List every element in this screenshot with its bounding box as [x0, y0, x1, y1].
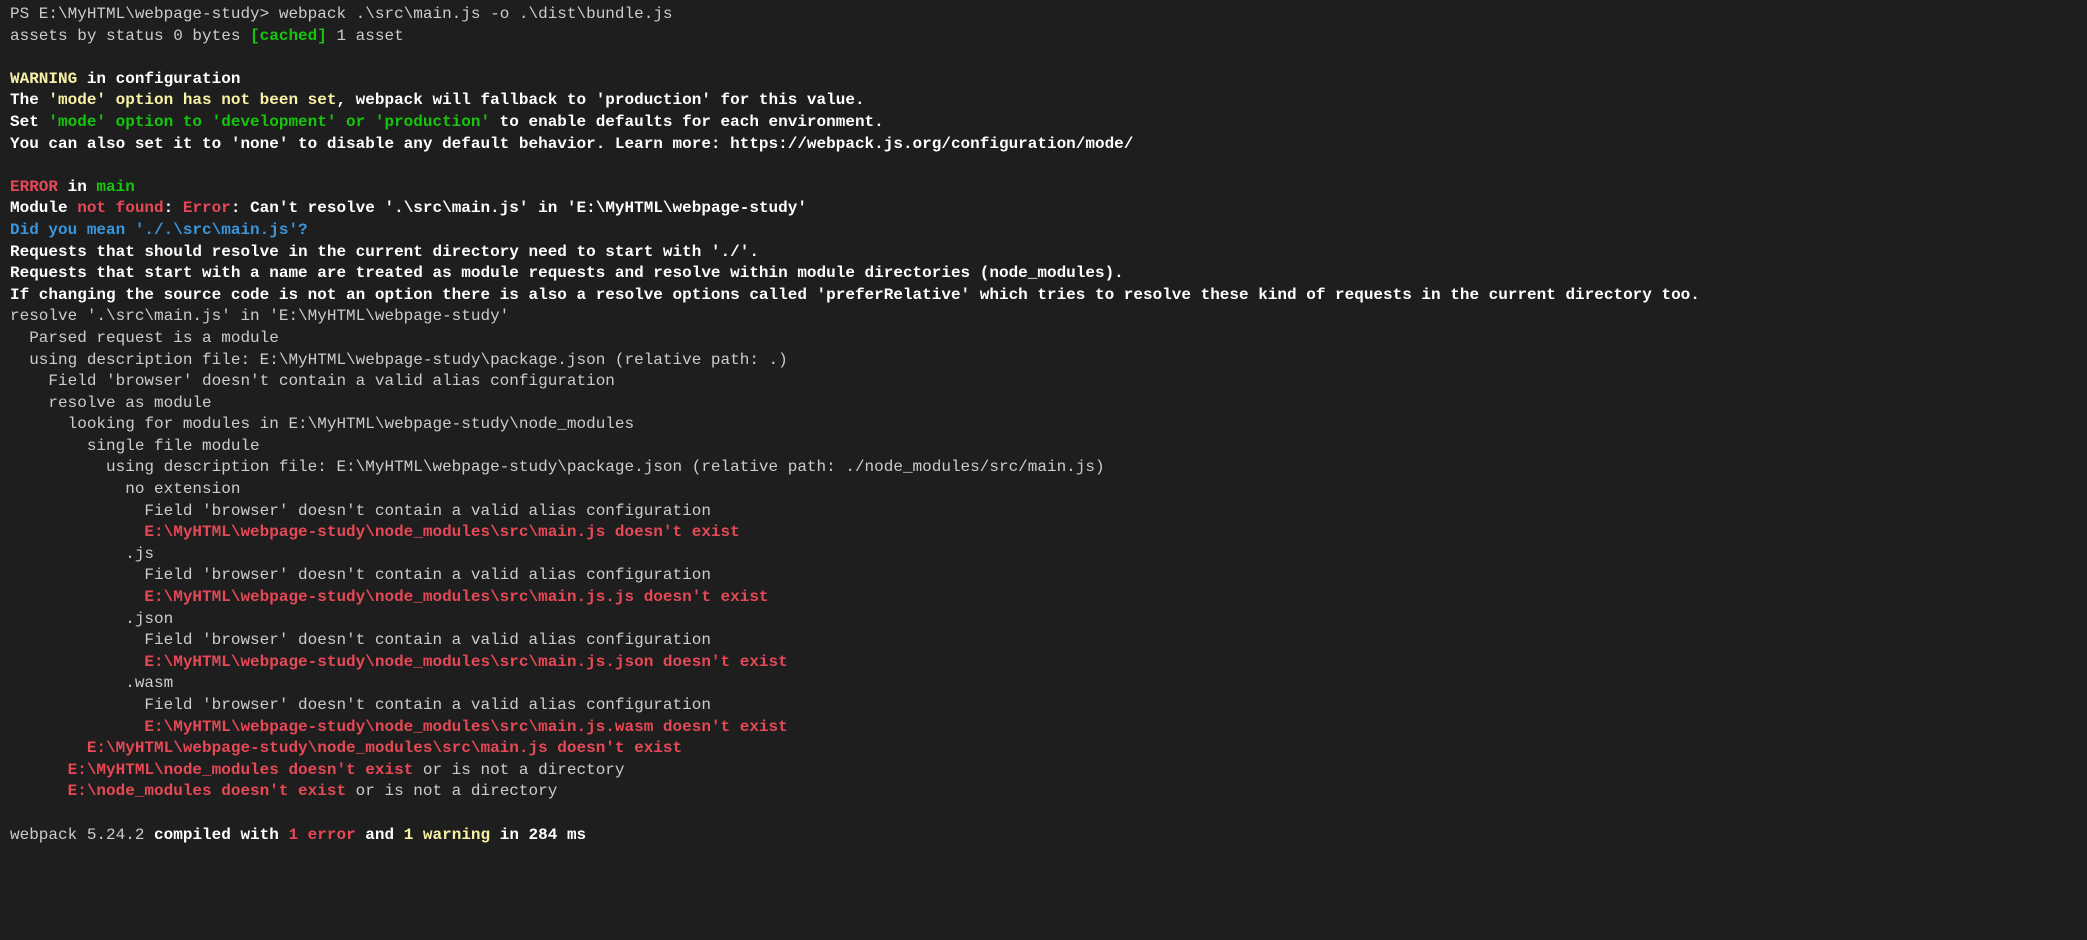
resolve-line: single file module	[10, 437, 260, 455]
resolve-error-line: E:\MyHTML\webpage-study\node_modules\src…	[10, 739, 682, 757]
resolve-line: Parsed request is a module	[10, 329, 279, 347]
resolve-line: resolve as module	[10, 394, 212, 412]
resolve-error-line: E:\MyHTML\webpage-study\node_modules\src…	[10, 718, 788, 736]
cached-tag: [cached]	[250, 27, 327, 45]
compile-summary: webpack 5.24.2 compiled with 1 error and…	[10, 826, 586, 844]
error-line-3: Requests that should resolve in the curr…	[10, 243, 759, 261]
warning-line-1: The 'mode' option has not been set, webp…	[10, 91, 865, 109]
warning-line-3: You can also set it to 'none' to disable…	[10, 135, 1133, 153]
warning-header: WARNING in configuration	[10, 70, 240, 88]
warning-count: 1 warning	[404, 826, 490, 844]
resolve-line: Field 'browser' doesn't contain a valid …	[10, 502, 711, 520]
resolve-line: .js	[10, 545, 154, 563]
warning-label: WARNING	[10, 70, 77, 88]
resolve-line: Field 'browser' doesn't contain a valid …	[10, 372, 615, 390]
terminal-output[interactable]: PS E:\MyHTML\webpage-study> webpack .\sr…	[0, 0, 2087, 854]
error-line-1: Module not found: Error: Can't resolve '…	[10, 199, 807, 217]
resolve-line: .json	[10, 610, 173, 628]
error-count: 1 error	[288, 826, 355, 844]
resolve-line: looking for modules in E:\MyHTML\webpage…	[10, 415, 634, 433]
prompt-line: PS E:\MyHTML\webpage-study> webpack .\sr…	[10, 5, 673, 23]
error-line-4: Requests that start with a name are trea…	[10, 264, 1124, 282]
warning-line-2: Set 'mode' option to 'development' or 'p…	[10, 113, 884, 131]
resolve-line: resolve '.\src\main.js' in 'E:\MyHTML\we…	[10, 307, 509, 325]
resolve-line: using description file: E:\MyHTML\webpag…	[10, 458, 1105, 476]
resolve-error-line: E:\MyHTML\webpage-study\node_modules\src…	[10, 523, 740, 541]
resolve-line: Field 'browser' doesn't contain a valid …	[10, 631, 711, 649]
prompt-cwd: PS E:\MyHTML\webpage-study>	[10, 5, 269, 23]
resolve-line: no extension	[10, 480, 240, 498]
assets-line: assets by status 0 bytes [cached] 1 asse…	[10, 27, 404, 45]
resolve-line: Field 'browser' doesn't contain a valid …	[10, 566, 711, 584]
resolve-line: using description file: E:\MyHTML\webpag…	[10, 351, 788, 369]
resolve-line: Field 'browser' doesn't contain a valid …	[10, 696, 711, 714]
prompt-command: webpack .\src\main.js -o .\dist\bundle.j…	[269, 5, 672, 23]
error-label: ERROR	[10, 178, 58, 196]
error-header: ERROR in main	[10, 178, 135, 196]
resolve-error-line: E:\MyHTML\webpage-study\node_modules\src…	[10, 588, 769, 606]
error-line-5: If changing the source code is not an op…	[10, 286, 1700, 304]
resolve-line: E:\MyHTML\node_modules doesn't exist or …	[10, 761, 625, 779]
error-suggestion: Did you mean './.\src\main.js'?	[10, 221, 308, 239]
resolve-line: .wasm	[10, 674, 173, 692]
resolve-error-line: E:\MyHTML\webpage-study\node_modules\src…	[10, 653, 788, 671]
resolve-line: E:\node_modules doesn't exist or is not …	[10, 782, 557, 800]
